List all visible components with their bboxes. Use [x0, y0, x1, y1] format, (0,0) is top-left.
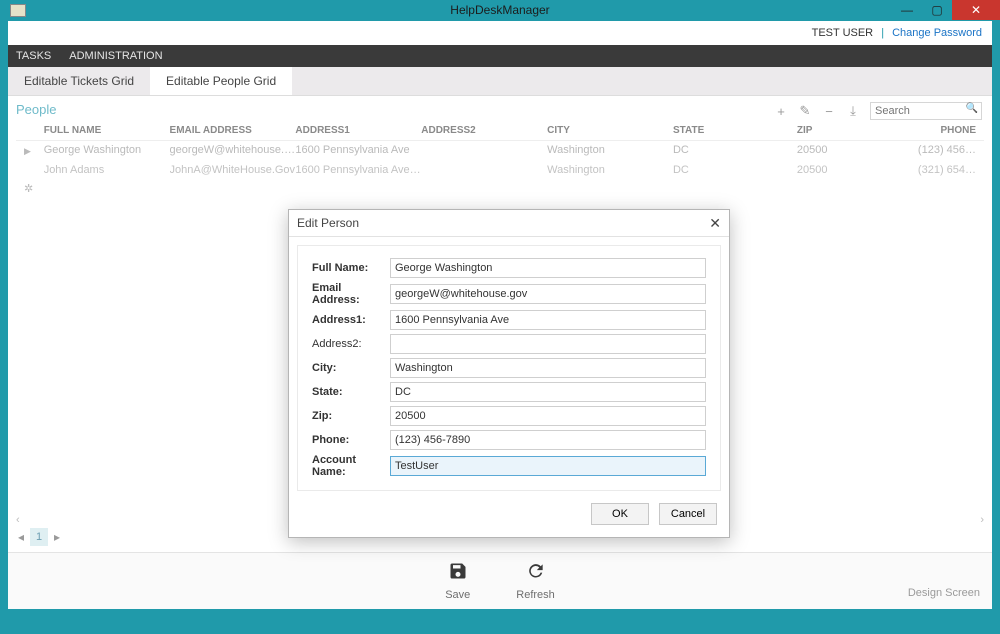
ok-button[interactable]: OK: [591, 503, 649, 525]
label-phone: Phone:: [312, 434, 390, 446]
app-body: TEST USER | Change Password TASKS ADMINI…: [0, 21, 1000, 617]
input-zip[interactable]: [390, 406, 706, 426]
input-account-name[interactable]: [390, 456, 706, 476]
label-city: City:: [312, 362, 390, 374]
minimize-button[interactable]: —: [892, 0, 922, 20]
cancel-button[interactable]: Cancel: [659, 503, 717, 525]
dialog-title: Edit Person: [297, 216, 359, 230]
input-full-name[interactable]: [390, 258, 706, 278]
dialog-titlebar[interactable]: Edit Person ✕: [289, 210, 729, 237]
label-address1: Address1:: [312, 314, 390, 326]
edit-person-dialog: Edit Person ✕ Full Name: Email Address: …: [288, 209, 730, 538]
dialog-close-icon[interactable]: ✕: [709, 215, 721, 232]
input-address2[interactable]: [390, 334, 706, 354]
input-city[interactable]: [390, 358, 706, 378]
close-button[interactable]: ✕: [952, 0, 1000, 20]
titlebar[interactable]: HelpDeskManager — ▢ ✕: [0, 0, 1000, 21]
label-address2: Address2:: [312, 338, 390, 350]
window-title: HelpDeskManager: [0, 0, 1000, 21]
input-address1[interactable]: [390, 310, 706, 330]
input-phone[interactable]: [390, 430, 706, 450]
maximize-button[interactable]: ▢: [922, 0, 952, 20]
input-email[interactable]: [390, 284, 706, 304]
label-account-name: Account Name:: [312, 454, 390, 478]
app-window: HelpDeskManager — ▢ ✕ TEST USER | Change…: [0, 0, 1000, 634]
label-email: Email Address:: [312, 282, 390, 306]
dialog-footer: OK Cancel: [289, 499, 729, 537]
input-state[interactable]: [390, 382, 706, 402]
label-zip: Zip:: [312, 410, 390, 422]
modal-overlay: Edit Person ✕ Full Name: Email Address: …: [8, 21, 992, 609]
dialog-body: Full Name: Email Address: Address1: Addr…: [297, 245, 721, 491]
label-state: State:: [312, 386, 390, 398]
label-full-name: Full Name:: [312, 262, 390, 274]
